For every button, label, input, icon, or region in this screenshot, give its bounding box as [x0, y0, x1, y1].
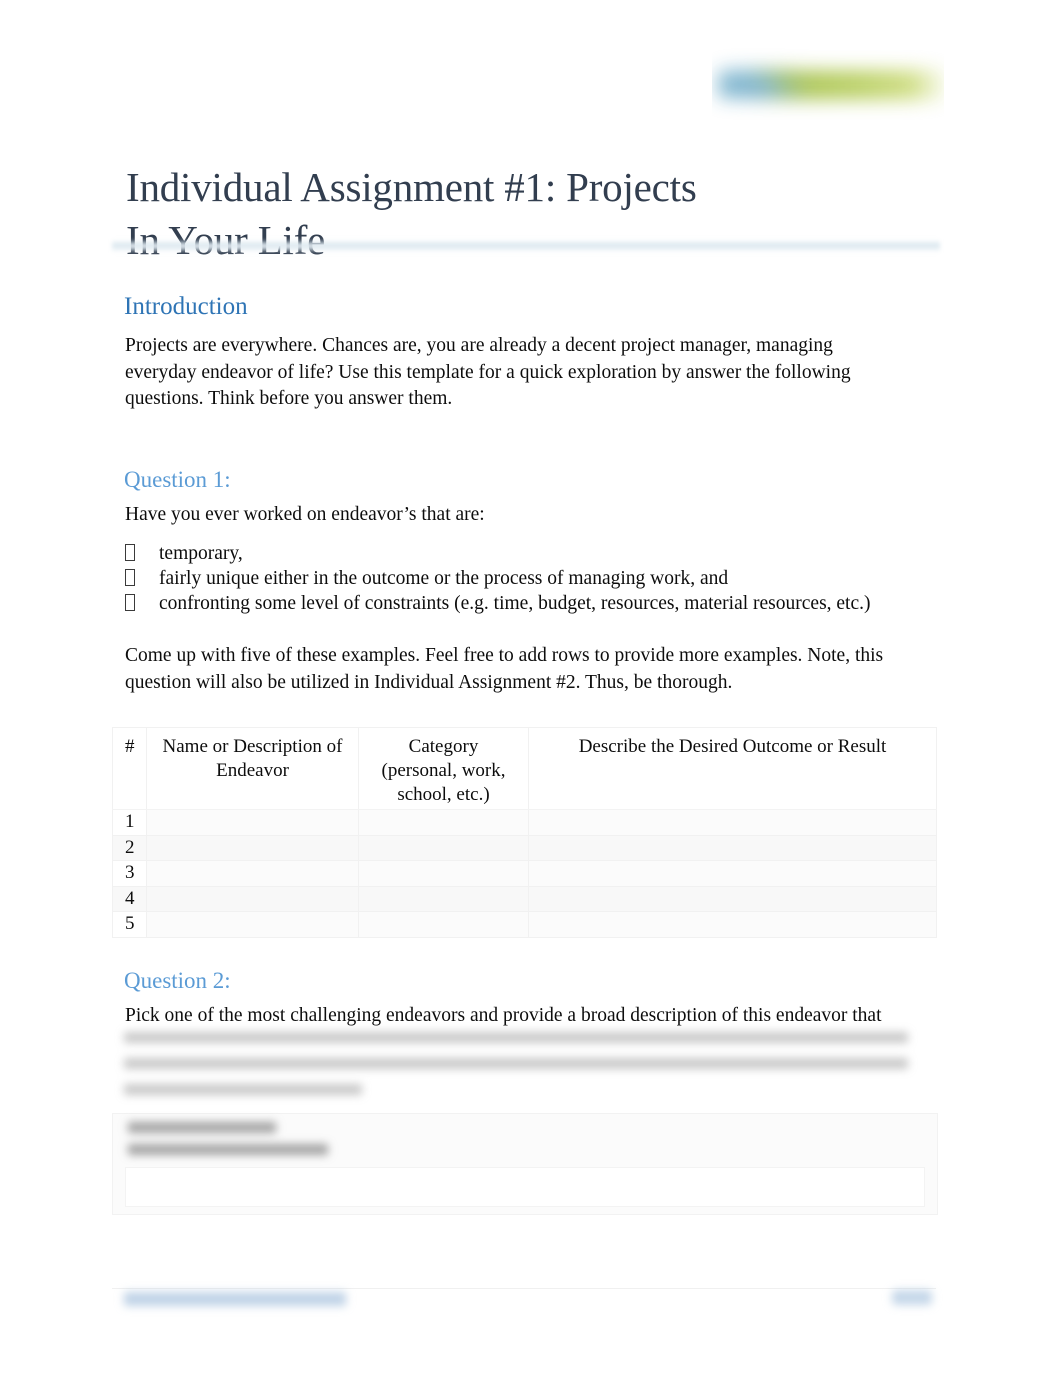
table-row: 4	[112, 885, 937, 913]
row-outcome-cell[interactable]	[528, 809, 937, 836]
section-heading-question-2: Question 2:	[124, 968, 231, 993]
question-2-prompt: Pick one of the most challenging endeavo…	[125, 1005, 882, 1026]
title-divider	[112, 240, 940, 252]
page-title-line-1: Individual Assignment #1: Projects	[126, 164, 697, 211]
row-name-cell[interactable]	[146, 885, 359, 913]
missing-glyph-box-icon	[125, 567, 159, 589]
table-header-category: Category (personal, work, school, etc.)	[358, 727, 529, 810]
document-page: Individual Assignment #1: Projects In Yo…	[0, 0, 1062, 1377]
table-header-name: Name or Description of Endeavor	[146, 727, 359, 810]
list-item: confronting some level of constraints (e…	[125, 591, 915, 616]
missing-glyph-box-icon	[125, 542, 159, 564]
question-1-bullet-list: temporary, fairly unique either in the o…	[125, 541, 915, 616]
logo-blurred-graphic	[712, 48, 944, 120]
row-category-cell[interactable]	[358, 834, 529, 862]
endeavor-table: # Name or Description of Endeavor Catego…	[112, 727, 937, 938]
row-category-cell[interactable]	[358, 809, 529, 836]
page-number-redacted	[888, 1290, 936, 1312]
table-row: 2	[112, 834, 937, 862]
row-number: 5	[112, 911, 147, 938]
row-number: 3	[112, 860, 147, 887]
missing-glyph-box-icon	[125, 592, 159, 614]
row-category-cell[interactable]	[358, 860, 529, 887]
table-header-name-line-1: Name or Description of	[162, 736, 343, 757]
row-name-cell[interactable]	[146, 860, 359, 887]
row-number: 4	[112, 885, 147, 913]
section-heading-question-1: Question 1:	[124, 467, 231, 492]
row-outcome-cell[interactable]	[528, 834, 937, 862]
question-1-prompt: Have you ever worked on endeavor’s that …	[125, 504, 485, 525]
question-2-prompt-redacted	[124, 1032, 908, 1100]
table-header-row: # Name or Description of Endeavor Catego…	[112, 727, 937, 810]
table-row: 3	[112, 860, 937, 887]
list-item-label: fairly unique either in the outcome or t…	[159, 568, 729, 589]
list-item: temporary,	[125, 541, 915, 566]
question-2-answer-labels-redacted	[128, 1122, 358, 1166]
table-body: 1 2 3 4 5	[112, 809, 937, 938]
question-1-instruction: Come up with five of these examples. Fee…	[125, 645, 884, 693]
introduction-paragraph: Projects are everywhere. Chances are, yo…	[125, 335, 851, 409]
table-header-category-line-2: (personal, work,	[381, 760, 506, 781]
row-name-cell[interactable]	[146, 834, 359, 862]
table-header-category-line-3: school, etc.)	[397, 784, 490, 805]
row-category-cell[interactable]	[358, 911, 529, 938]
footer-divider	[112, 1288, 936, 1289]
table-header-outcome: Describe the Desired Outcome or Result	[528, 727, 937, 810]
question-2-answer-input[interactable]	[125, 1167, 925, 1207]
table-row: 5	[112, 911, 937, 938]
row-number: 2	[112, 834, 147, 862]
row-name-cell[interactable]	[146, 911, 359, 938]
list-item-label: confronting some level of constraints (e…	[159, 593, 871, 614]
list-item: fairly unique either in the outcome or t…	[125, 566, 915, 591]
row-category-cell[interactable]	[358, 885, 529, 913]
row-name-cell[interactable]	[146, 809, 359, 836]
row-number: 1	[112, 809, 147, 836]
table-header-category-line-1: Category	[408, 736, 479, 757]
row-outcome-cell[interactable]	[528, 860, 937, 887]
table-row: 1	[112, 809, 937, 836]
list-item-label: temporary,	[159, 543, 243, 564]
row-outcome-cell[interactable]	[528, 885, 937, 913]
row-outcome-cell[interactable]	[528, 911, 937, 938]
section-heading-introduction: Introduction	[124, 293, 248, 320]
table-header-number: #	[112, 727, 147, 810]
table-header-name-line-2: Endeavor	[216, 760, 289, 781]
company-logo	[712, 48, 944, 120]
footer-text-redacted	[124, 1292, 354, 1312]
